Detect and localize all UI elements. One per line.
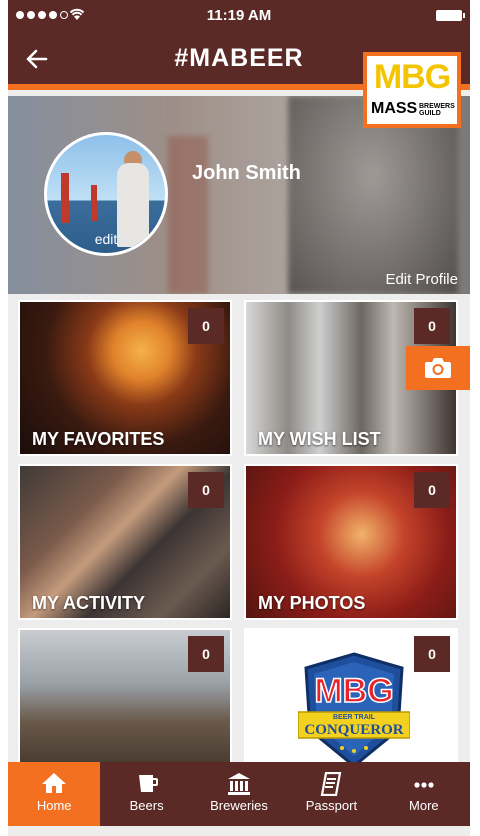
- tab-bar: Home Beers Breweries Passport More: [8, 762, 470, 826]
- tab-breweries[interactable]: Breweries: [193, 762, 285, 826]
- photos-count-badge: 0: [414, 472, 450, 508]
- tile-label: MY ACTIVITY: [32, 593, 146, 613]
- tab-passport[interactable]: Passport: [285, 762, 377, 826]
- tile-my-activity[interactable]: 0 MY ACTIVITY: [18, 464, 232, 620]
- avatar-edit-label[interactable]: edit: [47, 231, 165, 247]
- tab-label: Home: [36, 798, 72, 813]
- beer-trail-conqueror-badge: MBG BEER TRAIL CONQUEROR: [298, 652, 410, 768]
- tab-home[interactable]: Home: [8, 762, 101, 826]
- camera-icon: [425, 358, 451, 378]
- tab-label: Breweries: [210, 798, 268, 813]
- tile-label: MY FAVORITES: [32, 429, 165, 449]
- camera-button[interactable]: [406, 346, 470, 390]
- activity-count-badge: 0: [188, 472, 224, 508]
- home-icon: [42, 773, 67, 793]
- badge-ribbon-main: CONQUEROR: [304, 722, 403, 738]
- app-screen: 11:19 AM #MABEER MBG MASS BREWERS GUILD …: [8, 0, 470, 836]
- tile-label: MY WISH LIST: [258, 429, 381, 449]
- logo-mass-text: MASS: [371, 100, 418, 117]
- tile-label: MY PHOTOS: [258, 593, 366, 613]
- user-name: John Smith: [192, 162, 301, 184]
- tile-beer-trail-conqueror[interactable]: MBG BEER TRAIL CONQUEROR 0: [244, 628, 458, 784]
- tab-label: Beers: [129, 798, 164, 813]
- tile-bottles[interactable]: 0: [18, 628, 232, 784]
- status-time: 11:19 AM: [206, 7, 272, 24]
- avatar[interactable]: edit: [44, 132, 168, 256]
- bottles-count-badge: 0: [188, 636, 224, 672]
- logo-guild-text: BREWERS GUILD: [419, 103, 455, 117]
- tab-label: Passport: [305, 798, 358, 813]
- battery-icon: [436, 10, 465, 21]
- mass-brewers-guild-logo[interactable]: MBG MASS BREWERS GUILD: [363, 52, 461, 128]
- status-bar: 11:19 AM: [8, 0, 470, 30]
- tab-more[interactable]: More: [378, 762, 470, 826]
- tab-label: More: [409, 798, 439, 813]
- tile-my-photos[interactable]: 0 MY PHOTOS: [244, 464, 458, 620]
- more-icon: [414, 782, 434, 788]
- brewery-icon: [228, 773, 251, 795]
- conqueror-count-badge: 0: [414, 636, 450, 672]
- edit-profile-link[interactable]: Edit Profile: [385, 271, 458, 288]
- passport-icon: [321, 771, 342, 797]
- tile-my-favorites[interactable]: 0 MY FAVORITES: [18, 300, 232, 456]
- favorites-count-badge: 0: [188, 308, 224, 344]
- badge-ribbon-top: BEER TRAIL: [333, 714, 376, 721]
- beer-icon: [138, 775, 158, 792]
- badge-mbg-text: MBG: [314, 672, 393, 710]
- logo-mbg-text: MBG: [373, 58, 451, 96]
- wish-list-count-badge: 0: [414, 308, 450, 344]
- tab-beers[interactable]: Beers: [100, 762, 192, 826]
